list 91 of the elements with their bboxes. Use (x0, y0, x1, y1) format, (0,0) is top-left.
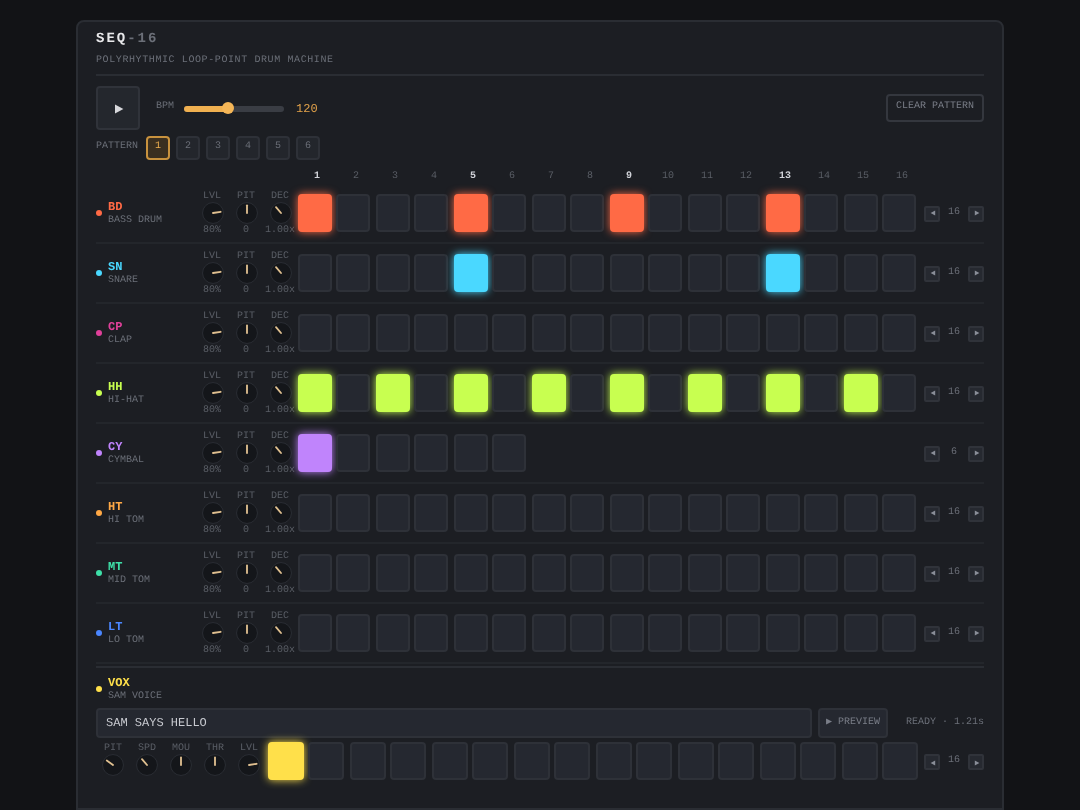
left-arrow-icon (929, 330, 935, 336)
right-arrow-icon (973, 759, 979, 765)
knob[interactable] (269, 442, 291, 464)
increase-length-button[interactable] (968, 625, 984, 641)
active-step[interactable] (687, 374, 721, 412)
left-arrow-icon (929, 450, 935, 456)
active-step[interactable] (453, 374, 487, 412)
left-arrow-icon (929, 759, 935, 765)
step-pad[interactable] (804, 194, 838, 232)
decrease-length-button[interactable] (924, 625, 940, 641)
increase-length-button[interactable] (968, 754, 984, 770)
play-icon (113, 103, 123, 113)
knob[interactable] (201, 322, 223, 344)
active-step[interactable] (609, 374, 643, 412)
right-arrow-icon (973, 450, 979, 456)
decrease-length-button[interactable] (924, 754, 940, 770)
decrease-length-button[interactable] (924, 565, 940, 581)
knob[interactable] (235, 322, 257, 344)
step-pad[interactable] (336, 194, 370, 232)
active-step[interactable] (843, 374, 877, 412)
knob[interactable] (201, 382, 223, 404)
increase-length-button[interactable] (968, 505, 984, 521)
right-arrow-icon (973, 510, 979, 516)
decrease-length-button[interactable] (924, 505, 940, 521)
increase-length-button[interactable] (968, 325, 984, 341)
knob[interactable] (269, 202, 291, 224)
increase-length-button[interactable] (968, 445, 984, 461)
increase-length-button[interactable] (968, 565, 984, 581)
right-arrow-icon (973, 390, 979, 396)
active-step[interactable] (267, 742, 304, 780)
decrease-length-button[interactable] (924, 325, 940, 341)
knob[interactable] (201, 262, 223, 284)
decrease-length-button[interactable] (924, 385, 940, 401)
knob[interactable] (238, 754, 260, 776)
right-arrow-icon (973, 210, 979, 216)
knob[interactable] (201, 442, 223, 464)
knob[interactable] (269, 382, 291, 404)
active-step[interactable] (375, 374, 409, 412)
increase-length-button[interactable] (968, 265, 984, 281)
step-pad[interactable] (726, 194, 760, 232)
left-arrow-icon (929, 510, 935, 516)
active-step[interactable] (453, 254, 487, 292)
active-step[interactable] (765, 194, 799, 232)
active-step[interactable] (297, 374, 331, 412)
active-step[interactable] (453, 194, 487, 232)
play-button[interactable] (96, 86, 140, 130)
step-pad[interactable] (492, 194, 526, 232)
knob[interactable] (235, 502, 257, 524)
knob[interactable] (235, 622, 257, 644)
left-arrow-icon (929, 210, 935, 216)
knob[interactable] (201, 202, 223, 224)
active-step[interactable] (609, 194, 643, 232)
decrease-length-button[interactable] (924, 265, 940, 281)
active-step[interactable] (531, 374, 565, 412)
knob[interactable] (201, 502, 223, 524)
slider-thumb[interactable] (222, 102, 235, 114)
left-arrow-icon (929, 270, 935, 276)
knob[interactable] (269, 562, 291, 584)
active-step[interactable] (765, 254, 799, 292)
step-pad[interactable] (570, 194, 604, 232)
knob[interactable] (102, 754, 124, 776)
step-pad[interactable] (336, 434, 370, 472)
knob[interactable] (201, 622, 223, 644)
knob[interactable] (136, 754, 158, 776)
knob[interactable] (235, 202, 257, 224)
knob[interactable] (170, 754, 192, 776)
knob[interactable] (235, 382, 257, 404)
increase-length-button[interactable] (968, 385, 984, 401)
knob[interactable] (204, 754, 226, 776)
active-step[interactable] (765, 374, 799, 412)
decrease-length-button[interactable] (924, 205, 940, 221)
knob[interactable] (201, 562, 223, 584)
step-pad[interactable] (414, 194, 448, 232)
right-arrow-icon (973, 330, 979, 336)
knob[interactable] (235, 442, 257, 464)
left-arrow-icon (929, 390, 935, 396)
bpm-slider[interactable] (184, 105, 285, 111)
knob[interactable] (269, 622, 291, 644)
increase-length-button[interactable] (968, 205, 984, 221)
left-arrow-icon (929, 570, 935, 576)
knob[interactable] (235, 562, 257, 584)
left-arrow-icon (929, 630, 935, 636)
right-arrow-icon (973, 630, 979, 636)
right-arrow-icon (973, 270, 979, 276)
knob[interactable] (235, 262, 257, 284)
right-arrow-icon (973, 570, 979, 576)
knob[interactable] (269, 502, 291, 524)
knob[interactable] (269, 262, 291, 284)
step-pad[interactable] (648, 194, 682, 232)
decrease-length-button[interactable] (924, 445, 940, 461)
knob[interactable] (269, 322, 291, 344)
